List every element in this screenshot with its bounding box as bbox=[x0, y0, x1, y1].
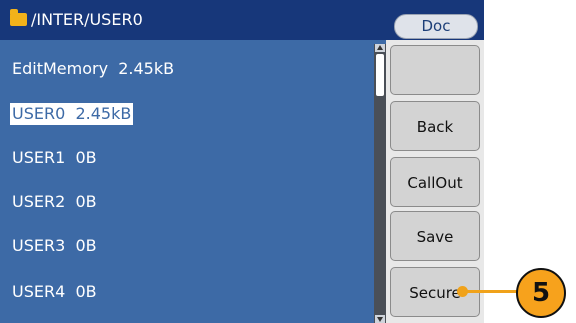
list-item-selected[interactable]: USER0 2.45kB bbox=[10, 103, 134, 125]
list-item[interactable]: USER2 0B bbox=[12, 191, 97, 213]
folder-icon bbox=[10, 9, 27, 26]
callout-pointer bbox=[462, 290, 522, 293]
callout-dot bbox=[457, 286, 468, 297]
callout-button[interactable]: CallOut bbox=[390, 157, 480, 207]
file-list: EditMemory 2.45kB USER0 2.45kB USER1 0B … bbox=[0, 46, 372, 323]
scroll-down-icon[interactable] bbox=[375, 315, 385, 323]
title-bar: /INTER/USER0 Doc bbox=[0, 0, 484, 40]
softkey-panel: Back CallOut Save Secure bbox=[386, 40, 484, 323]
current-path: /INTER/USER0 bbox=[31, 10, 143, 29]
softkey-blank[interactable] bbox=[390, 45, 480, 95]
back-button[interactable]: Back bbox=[390, 101, 480, 151]
scroll-up-icon[interactable] bbox=[375, 44, 385, 52]
save-button[interactable]: Save bbox=[390, 211, 480, 261]
scrollbar[interactable] bbox=[374, 44, 386, 323]
screen: /INTER/USER0 Doc EditMemory 2.45kB USER0… bbox=[0, 0, 484, 323]
tab-doc[interactable]: Doc bbox=[394, 14, 478, 39]
scroll-thumb[interactable] bbox=[376, 54, 384, 96]
list-item[interactable]: USER3 0B bbox=[12, 235, 97, 257]
list-item[interactable]: EditMemory 2.45kB bbox=[12, 58, 174, 80]
callout-badge: 5 bbox=[516, 268, 566, 318]
list-item[interactable]: USER4 0B bbox=[12, 281, 97, 303]
list-item[interactable]: USER1 0B bbox=[12, 147, 97, 169]
